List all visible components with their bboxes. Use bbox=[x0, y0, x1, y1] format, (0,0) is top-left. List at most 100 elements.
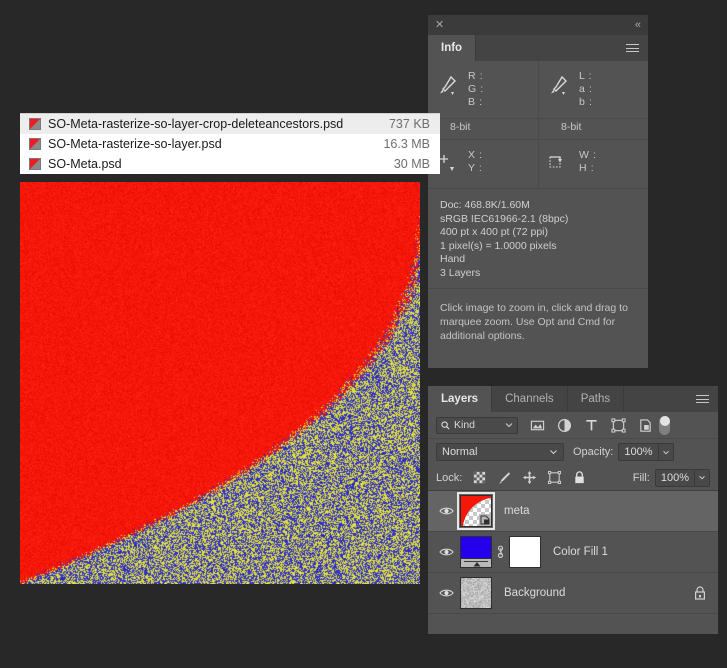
doc-current-tool: Hand bbox=[440, 253, 638, 267]
tab-info[interactable]: Info bbox=[428, 35, 476, 61]
photoshop-window: SO-Meta-rasterize-so-layer-crop-deletean… bbox=[0, 0, 727, 668]
list-item[interactable]: SO-Meta-rasterize-so-layer-crop-deletean… bbox=[20, 114, 440, 134]
link-icon[interactable] bbox=[496, 545, 505, 559]
filter-pixel-icon[interactable] bbox=[530, 418, 545, 433]
filter-adjustment-icon[interactable] bbox=[557, 418, 572, 433]
layer-thumbnail[interactable] bbox=[460, 495, 492, 527]
layer-thumbnail-group[interactable] bbox=[460, 495, 492, 527]
tab-channels[interactable]: Channels bbox=[492, 386, 568, 412]
lock-position-icon[interactable] bbox=[522, 470, 537, 485]
layers-panel-tabstrip: Layers Channels Paths bbox=[428, 386, 718, 412]
smart-object-badge-icon bbox=[479, 514, 491, 526]
canvas-artwork[interactable] bbox=[20, 182, 420, 584]
fill-stepper[interactable] bbox=[695, 469, 710, 487]
layer-name: Color Fill 1 bbox=[553, 546, 718, 558]
info-panel: ✕ « Info R : G : B: L: a: b: 8-bit 8… bbox=[428, 15, 648, 368]
table-row[interactable]: Color Fill 1 bbox=[428, 532, 718, 573]
eye-icon bbox=[439, 588, 454, 598]
layer-filter-row: Kind bbox=[428, 412, 718, 439]
file-size: 30 MB bbox=[394, 157, 430, 171]
layer-visibility-toggle[interactable] bbox=[432, 588, 460, 598]
eyedropper-icon bbox=[436, 74, 458, 100]
filter-smart-object-icon[interactable] bbox=[638, 418, 653, 433]
eyedropper-icon bbox=[547, 74, 569, 100]
panel-menu-icon[interactable] bbox=[617, 35, 648, 61]
layer-visibility-toggle[interactable] bbox=[432, 506, 460, 516]
panel-menu-icon[interactable] bbox=[687, 386, 718, 412]
chevron-down-icon bbox=[505, 422, 513, 428]
eye-icon bbox=[439, 506, 454, 516]
layer-visibility-toggle[interactable] bbox=[432, 547, 460, 557]
lock-icon bbox=[694, 586, 706, 600]
depth-value-rgb: 8-bit bbox=[428, 119, 538, 139]
eye-icon bbox=[439, 547, 454, 557]
tab-layers[interactable]: Layers bbox=[428, 386, 492, 412]
collapse-icon[interactable]: « bbox=[635, 20, 641, 31]
chevron-down-icon bbox=[549, 449, 558, 455]
list-item[interactable]: SO-Meta-rasterize-so-layer.psd 16.3 MB bbox=[20, 134, 440, 154]
depth-value-lab: 8-bit bbox=[539, 119, 648, 139]
list-item[interactable]: SO-Meta.psd 30 MB bbox=[20, 154, 440, 174]
info-rgb-labels: R : G : B : bbox=[464, 70, 484, 109]
layer-filter-type-icons bbox=[530, 418, 653, 433]
layer-thumbnail[interactable] bbox=[460, 536, 492, 568]
filter-enable-toggle[interactable] bbox=[659, 416, 670, 435]
label-l: L : bbox=[579, 70, 592, 83]
file-name: SO-Meta.psd bbox=[48, 157, 394, 171]
label-h: H : bbox=[579, 162, 597, 175]
label-b: B : bbox=[468, 96, 484, 109]
file-list[interactable]: SO-Meta-rasterize-so-layer-crop-deletean… bbox=[20, 113, 440, 174]
lock-icon-group bbox=[472, 470, 587, 485]
doc-layer-count: 3 Layers bbox=[440, 267, 638, 281]
tab-paths[interactable]: Paths bbox=[568, 386, 624, 412]
table-row[interactable]: meta bbox=[428, 491, 718, 532]
info-document-details: Doc: 468.8K/1.60M sRGB IEC61966-2.1 (8bp… bbox=[428, 189, 648, 289]
psd-file-icon bbox=[29, 118, 41, 130]
selection-size-icon bbox=[547, 153, 569, 179]
search-icon bbox=[441, 421, 450, 430]
blend-mode-row: Normal Opacity: 100% bbox=[428, 439, 718, 465]
file-name: SO-Meta-rasterize-so-layer.psd bbox=[48, 137, 383, 151]
label-b-lab: b : bbox=[579, 96, 592, 109]
doc-size: Doc: 468.8K/1.60M bbox=[440, 199, 638, 213]
file-name: SO-Meta-rasterize-so-layer-crop-deletean… bbox=[48, 117, 389, 131]
lock-image-pixels-icon[interactable] bbox=[497, 470, 512, 485]
info-lab-labels: L : a : b : bbox=[575, 70, 592, 109]
layer-name: meta bbox=[504, 505, 718, 517]
filter-kind-select[interactable]: Kind bbox=[436, 417, 518, 434]
table-row[interactable]: Background bbox=[428, 573, 718, 614]
close-icon[interactable]: ✕ bbox=[435, 20, 444, 31]
layer-thumbnail-group[interactable] bbox=[460, 536, 541, 568]
layer-thumbnail[interactable] bbox=[460, 577, 492, 609]
lock-all-icon[interactable] bbox=[572, 470, 587, 485]
filter-kind-label: Kind bbox=[454, 419, 505, 431]
info-rgb-readout: R : G : B : bbox=[428, 61, 538, 118]
info-panel-body: R : G : B : L : a : b : 8-bit 8-bit X: … bbox=[428, 61, 648, 353]
fill-input[interactable]: 100% bbox=[655, 469, 695, 487]
info-coord-readouts: X : Y : W : H : bbox=[428, 140, 648, 189]
document-canvas[interactable] bbox=[20, 182, 420, 584]
file-size: 737 KB bbox=[389, 117, 430, 131]
label-y: Y : bbox=[468, 162, 483, 175]
chevron-down-icon bbox=[698, 475, 706, 480]
info-color-readouts: R : G : B : L : a : b : bbox=[428, 61, 648, 119]
lock-transparent-pixels-icon[interactable] bbox=[472, 470, 487, 485]
info-panel-titlebar: ✕ « bbox=[428, 15, 648, 35]
info-position-readout: X : Y : bbox=[428, 140, 538, 188]
filter-shape-icon[interactable] bbox=[611, 418, 626, 433]
hamburger-icon bbox=[626, 42, 639, 55]
layer-thumbnail-group[interactable] bbox=[460, 577, 492, 609]
opacity-label: Opacity: bbox=[573, 446, 613, 458]
info-size-labels: W : H : bbox=[575, 149, 597, 175]
blend-mode-select[interactable]: Normal bbox=[436, 443, 564, 461]
doc-dimensions: 400 pt x 400 pt (72 ppi) bbox=[440, 226, 638, 240]
blend-mode-value: Normal bbox=[442, 446, 549, 458]
label-a: a : bbox=[579, 83, 592, 96]
opacity-input[interactable]: 100% bbox=[618, 443, 658, 461]
label-x: X : bbox=[468, 149, 483, 162]
fill-label: Fill: bbox=[633, 472, 650, 484]
layer-mask-thumbnail[interactable] bbox=[509, 536, 541, 568]
filter-type-icon[interactable] bbox=[584, 418, 599, 433]
opacity-stepper[interactable] bbox=[659, 443, 674, 461]
lock-artboard-nesting-icon[interactable] bbox=[547, 470, 562, 485]
